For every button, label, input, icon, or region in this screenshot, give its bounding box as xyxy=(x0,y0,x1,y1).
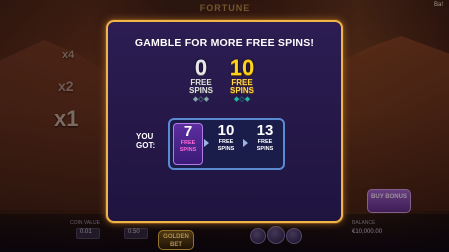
option-number: 13 xyxy=(256,122,274,139)
gem-icon: ◆◇◆ xyxy=(192,96,210,103)
badge-ten-word2: SPINS xyxy=(229,86,254,95)
badge-zero-word2: SPINS xyxy=(188,86,213,95)
option-word1: FREE xyxy=(218,139,234,145)
option-word1: FREE xyxy=(257,139,273,145)
badge-ten-number: 10 xyxy=(229,55,255,80)
you-got-line1: YOU xyxy=(136,132,154,141)
option-word2: SPINS xyxy=(179,147,197,153)
gem-icon: ◆◇◆ xyxy=(233,96,251,103)
badge-zero-number: 0 xyxy=(194,55,208,80)
you-got-label: YOU GOT: xyxy=(136,132,166,150)
option-word1: FREE xyxy=(180,140,196,146)
ten-free-spins-badge: 10 FREE SPINS ◆◇◆ xyxy=(226,57,258,105)
zero-free-spins-badge: 0 FREE SPINS ◆◇◆ xyxy=(185,57,217,105)
option-10-free-spins[interactable]: 10 FREE SPINS xyxy=(211,123,241,165)
dialog-title: GAMBLE FOR MORE FREE SPINS! xyxy=(134,37,315,49)
you-got-line2: GOT: xyxy=(136,141,156,150)
option-number: 10 xyxy=(217,122,235,139)
option-word2: SPINS xyxy=(256,146,274,152)
option-number: 7 xyxy=(183,123,193,140)
arrow-right-icon xyxy=(204,139,209,147)
free-spins-options: 7 FREE SPINS 10 FREE SPINS 13 FREE SPINS xyxy=(168,118,285,170)
option-word2: SPINS xyxy=(217,146,235,152)
arrow-right-icon xyxy=(243,139,248,147)
option-7-free-spins[interactable]: 7 FREE SPINS xyxy=(173,123,203,165)
option-13-free-spins[interactable]: 13 FREE SPINS xyxy=(250,123,280,165)
